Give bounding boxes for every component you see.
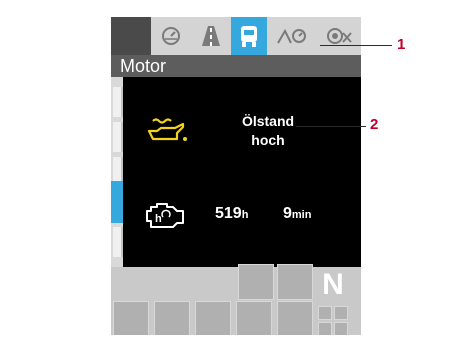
scroll-segment-active [111, 181, 123, 223]
soft-key-3[interactable] [195, 301, 231, 335]
road-icon [202, 26, 220, 46]
grid-cell [334, 306, 348, 320]
tab-fuel[interactable] [267, 17, 317, 55]
svg-text:h: h [155, 213, 162, 225]
camera-icon [327, 28, 352, 44]
scroll-segment [113, 227, 123, 257]
grid-cell [318, 322, 332, 335]
scroll-segment [113, 87, 123, 117]
grid-cell [334, 322, 348, 335]
oil-level-icon [147, 118, 187, 141]
soft-key-5[interactable] [277, 301, 313, 335]
hours-number: 519 [215, 205, 242, 222]
callout-line-1 [320, 45, 392, 46]
panel-title: Motor [111, 55, 361, 77]
instrument-display: Motor Ölstand hoch h 519h 9min N [111, 17, 361, 335]
callout-label-1: 1 [397, 36, 406, 53]
oil-warning-line2: hoch [251, 132, 285, 148]
grid-cell [318, 306, 332, 320]
engine-hours-icon: h [146, 203, 184, 228]
soft-key-upper-1[interactable] [238, 264, 274, 300]
minutes-number: 9 [283, 205, 292, 222]
soft-key-4[interactable] [236, 301, 272, 335]
fuel-consumption-icon [277, 28, 306, 44]
scroll-segment [113, 122, 123, 152]
operating-hours-value: 519h [215, 205, 248, 223]
hours-unit: h [241, 209, 249, 221]
tab-road[interactable] [191, 17, 231, 55]
soft-key-2[interactable] [154, 301, 190, 335]
minutes-unit: min [291, 209, 312, 221]
gear-indicator: N [322, 268, 344, 301]
motor-panel: Ölstand hoch h 519h 9min [123, 77, 361, 267]
callout-label-2: 2 [370, 116, 379, 133]
tab-speed[interactable] [151, 17, 191, 55]
tab-motor[interactable] [231, 17, 267, 55]
tab-bar-inactive-area [111, 17, 151, 55]
engine-tab-icon [241, 26, 257, 47]
tab-camera[interactable] [317, 17, 361, 55]
page-scroll-indicator [111, 77, 123, 267]
tab-bar [111, 17, 361, 55]
soft-key-1[interactable] [113, 301, 149, 335]
operating-minutes-value: 9min [283, 205, 311, 223]
soft-key-upper-2[interactable] [277, 264, 313, 300]
callout-line-2 [296, 126, 366, 127]
speedometer-icon [162, 27, 180, 45]
